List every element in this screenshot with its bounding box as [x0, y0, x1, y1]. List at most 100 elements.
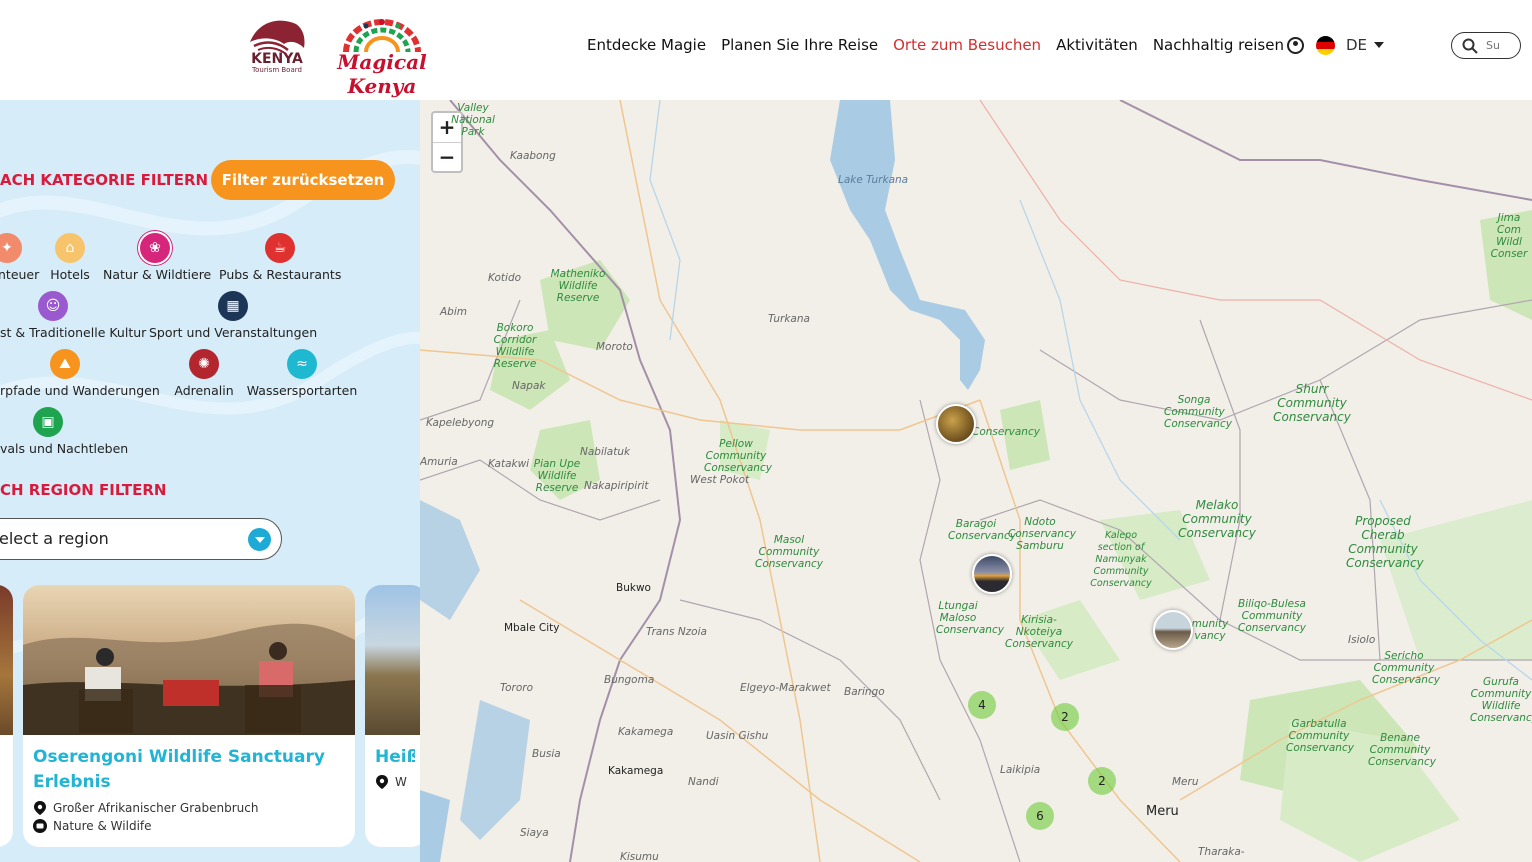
- category-label: nteuer: [0, 267, 40, 282]
- category-label: Sport und Veranstaltungen: [149, 325, 318, 340]
- map-label: Bungoma: [604, 674, 655, 686]
- nav-item-aktivitaeten[interactable]: Aktivitäten: [1056, 36, 1138, 54]
- category-sport[interactable]: ▦ Sport und Veranstaltungen: [149, 291, 317, 340]
- map-label: Isiolo: [1348, 634, 1376, 646]
- place-photo-marker[interactable]: [972, 554, 1012, 594]
- search-box[interactable]: [1451, 32, 1521, 59]
- category-label: Natur & Wildtiere: [103, 267, 212, 282]
- place-photo-marker[interactable]: [1153, 610, 1193, 650]
- map-label: Pellow Community Conservancy: [704, 438, 772, 474]
- map-label: Nandi: [688, 776, 719, 788]
- map-label: Biliqo-Bulesa Community Conservancy: [1238, 598, 1306, 634]
- nav-item-entdecke-magie[interactable]: Entdecke Magie: [587, 36, 706, 54]
- region-select-value: elect a region: [0, 529, 109, 548]
- category-label: Pubs & Restaurants: [219, 267, 342, 282]
- map-label: Pian Upe Wildlife Reserve: [533, 458, 581, 494]
- map-label: Lake Turkana: [838, 174, 909, 186]
- sport-icon: ▦: [218, 291, 248, 321]
- map-label: Melako Community Conservancy: [1178, 498, 1256, 540]
- map-label: Conservancy: [972, 426, 1040, 438]
- place-photo-marker[interactable]: [936, 404, 976, 444]
- map-label: Kakamega: [608, 765, 664, 777]
- category-restaurants[interactable]: ☕ Pubs & Restaurants: [219, 233, 341, 282]
- category-hiking[interactable]: ⛰ rpfade und Wanderungen: [0, 349, 162, 398]
- card-title[interactable]: Oserengoni Wildlife Sanctuary Erlebnis: [33, 745, 333, 795]
- region-select[interactable]: elect a region: [0, 518, 282, 560]
- map-label: Turkana: [768, 313, 810, 325]
- restaurant-icon: ☕: [265, 233, 295, 263]
- map-label: Elgeyo-Marakwet: [740, 682, 831, 694]
- search-input[interactable]: [1486, 37, 1516, 53]
- card-title[interactable]: Heiß: [375, 745, 415, 770]
- wildlife-icon: ❀: [140, 233, 170, 263]
- category-label: vals und Nachtleben: [0, 441, 129, 456]
- german-flag-icon[interactable]: [1316, 36, 1335, 55]
- map-cluster[interactable]: 6: [1026, 802, 1054, 830]
- adventure-icon: ✦: [0, 233, 22, 263]
- map-cluster[interactable]: 2: [1051, 703, 1079, 731]
- map-label: Kapelebyong: [426, 417, 495, 429]
- map-label: Bukwo: [616, 582, 651, 594]
- map-label: Laikipia: [1000, 764, 1041, 776]
- card-category: Nature & Wildife: [33, 819, 152, 833]
- map-cluster[interactable]: 4: [968, 691, 996, 719]
- map-label: Kotido: [488, 272, 522, 284]
- location-pin-icon: [376, 775, 388, 789]
- nav-item-orte[interactable]: Orte zum Besuchen: [893, 36, 1041, 54]
- map-label: Matheniko Wildlife Reserve: [550, 268, 606, 304]
- category-label: Hotels: [50, 267, 90, 282]
- map-label: Kirisia-Nkoteiya Conservancy: [1005, 614, 1073, 650]
- logo-ktb-subtitle: Tourism Board: [252, 66, 302, 74]
- map-label: Nakapiripirit: [584, 480, 649, 492]
- language-selector[interactable]: DE: [1346, 36, 1367, 54]
- map-view[interactable]: + − Valley National Park Kaabong Lake Tu…: [420, 100, 1532, 862]
- map-cluster[interactable]: 2: [1088, 767, 1116, 795]
- category-adventure[interactable]: ✦ nteuer: [0, 233, 40, 282]
- map-label: Meru: [1146, 804, 1179, 819]
- category-culture[interactable]: ☺ st & Traditionelle Kultur: [0, 291, 147, 340]
- adrenaline-icon: ✺: [189, 349, 219, 379]
- map-label: Trans Nzoia: [646, 626, 707, 638]
- place-card[interactable]: Oserengoni Wildlife Sanctuary Erlebnis G…: [23, 585, 355, 847]
- category-watersport[interactable]: ≈ Wassersportarten: [246, 349, 358, 398]
- main-nav: Entdecke Magie Planen Sie Ihre Reise Ort…: [587, 34, 1299, 56]
- user-account-icon[interactable]: [1287, 37, 1304, 54]
- category-adrenaline[interactable]: ✺ Adrenalin: [173, 349, 235, 398]
- zoom-out-button[interactable]: −: [433, 142, 461, 171]
- category-hotels[interactable]: ⌂ Hotels: [49, 233, 91, 282]
- category-label: Adrenalin: [174, 383, 234, 398]
- card-location: Großer Afrikanischer Grabenbruch: [33, 801, 258, 815]
- hotel-icon: ⌂: [55, 233, 85, 263]
- place-card-next[interactable]: Heiß W: [365, 585, 420, 847]
- map-label: Busia: [532, 748, 561, 760]
- nav-item-nachhaltig[interactable]: Nachhaltig reisen: [1153, 36, 1284, 54]
- search-icon[interactable]: [1462, 38, 1478, 54]
- map-label: Katakwi: [488, 458, 530, 470]
- map-label: Kalepo section of Namunyak Community Con…: [1090, 530, 1152, 589]
- category-label: st & Traditionelle Kultur: [0, 325, 147, 340]
- map-label: Amuria: [420, 456, 458, 468]
- nav-item-planen[interactable]: Planen Sie Ihre Reise: [721, 36, 878, 54]
- chevron-down-icon[interactable]: [248, 528, 271, 551]
- map-label: Ltungai Maloso Conservancy: [936, 600, 1004, 636]
- nightlife-icon: ▣: [33, 407, 63, 437]
- category-nightlife[interactable]: ▣ vals und Nachtleben: [0, 407, 128, 456]
- category-label: rpfade und Wanderungen: [0, 383, 160, 398]
- map-label: Tharaka-: [1198, 846, 1245, 858]
- map-label: Kaabong: [510, 150, 556, 162]
- map-label: Siaya: [520, 827, 549, 839]
- map-label: Shurr Community Conservancy: [1273, 382, 1351, 424]
- place-card-prev[interactable]: [0, 585, 13, 847]
- map-label: Napak: [512, 380, 546, 392]
- region-filter-title: CH REGION FILTERN: [0, 481, 167, 499]
- map-label: Sericho Community Conservancy: [1372, 650, 1440, 686]
- logo-mk-text: Magical Kenya: [337, 50, 427, 98]
- reset-filter-button[interactable]: Filter zurücksetzen: [211, 160, 395, 200]
- map-label: Kisumu: [620, 851, 659, 862]
- logo-ktb-title: KENYA: [251, 51, 303, 67]
- map-label: Garbatulla Community Conservancy: [1286, 718, 1354, 754]
- card-image: [0, 585, 13, 735]
- category-wildlife[interactable]: ❀ Natur & Wildtiere: [103, 233, 212, 282]
- map-label: Proposed Cherab Community Conservancy: [1346, 514, 1424, 570]
- chevron-down-icon[interactable]: [1374, 42, 1384, 48]
